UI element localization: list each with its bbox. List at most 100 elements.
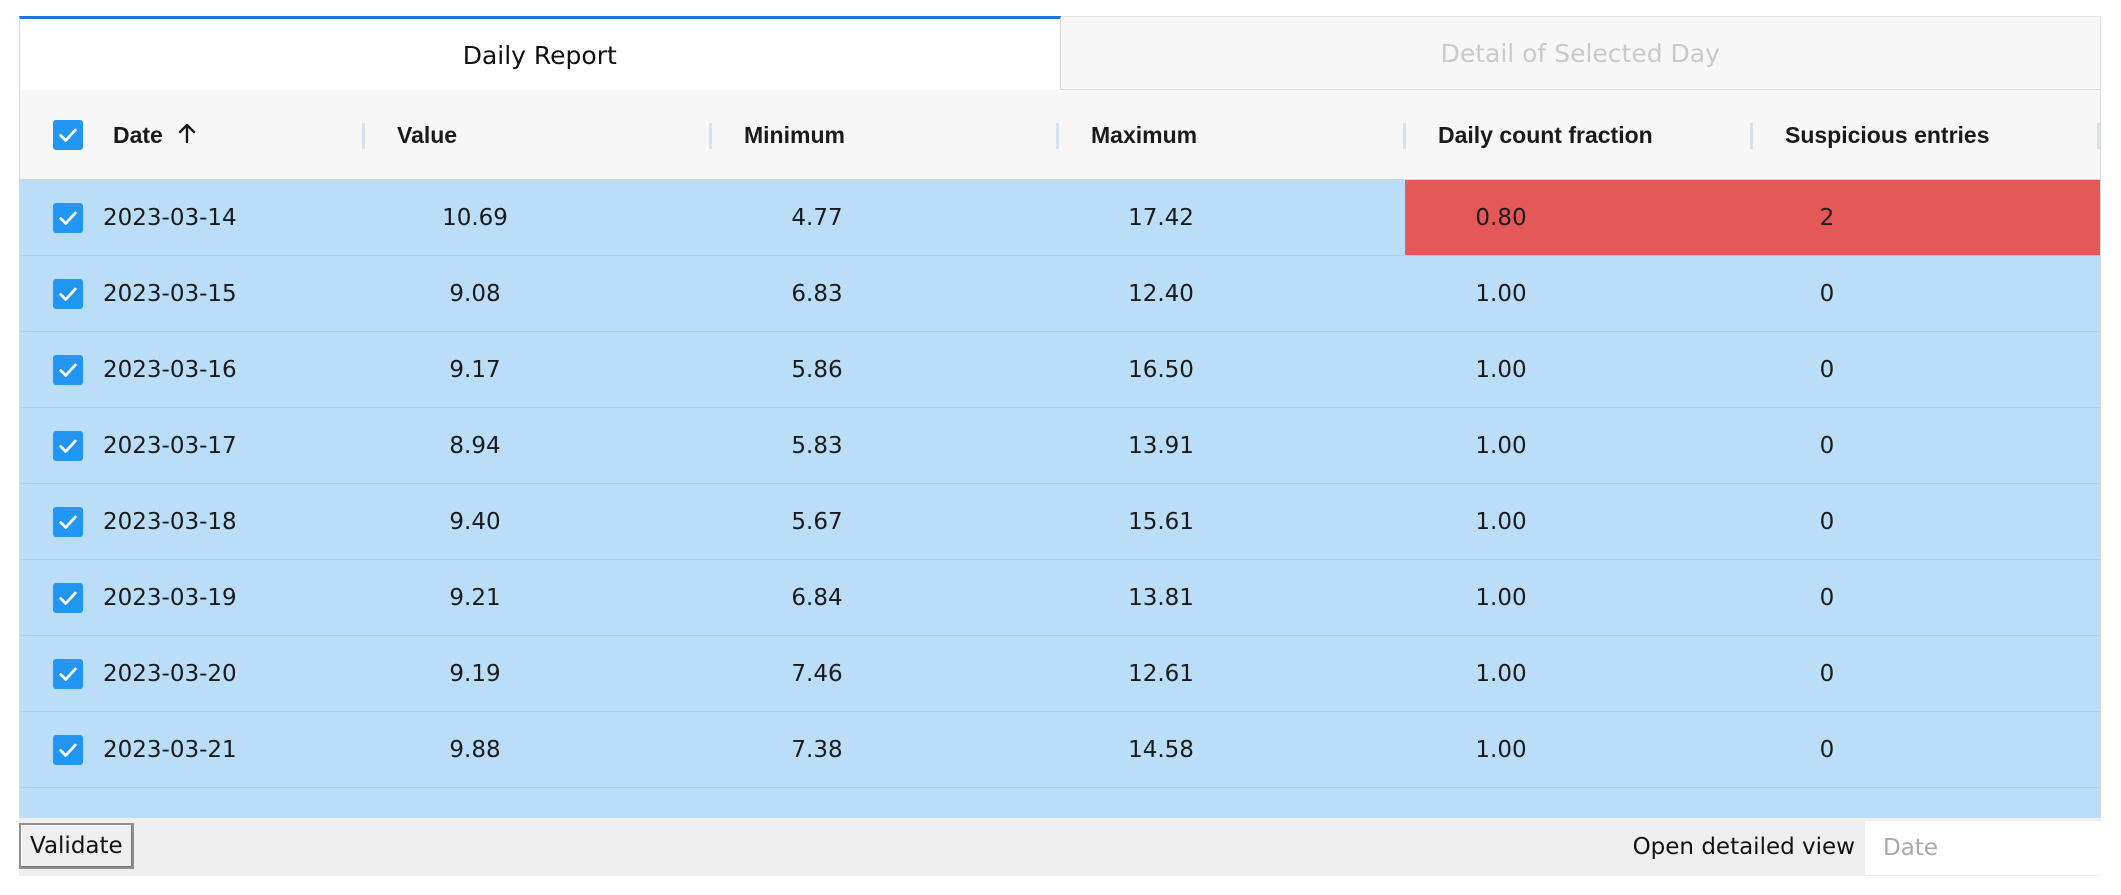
date-cell: 2023-03-19 (103, 584, 237, 611)
column-header-suspicious-entries[interactable]: Suspicious entries (1785, 90, 1990, 180)
daily-report-app: Daily Report Detail of Selected Day Date… (0, 0, 2121, 895)
table-row[interactable]: 2023-03-18 9.40 5.67 15.61 1.00 0 (20, 484, 2100, 560)
value-cell: 9.08 (449, 280, 501, 307)
table-row[interactable]: 2023-03-17 8.94 5.83 13.91 1.00 0 (20, 408, 2100, 484)
footer-bar: Validate Open detailed view (19, 818, 2101, 876)
table-row[interactable]: 2023-03-20 9.19 7.46 12.61 1.00 0 (20, 636, 2100, 712)
value-cell: 9.21 (449, 584, 501, 611)
minimum-cell: 7.46 (791, 660, 843, 687)
minimum-cell: 5.83 (791, 432, 843, 459)
tab-label: Detail of Selected Day (1440, 38, 1720, 68)
column-header-value[interactable]: Value (397, 90, 457, 180)
column-header-label: Date (113, 121, 163, 148)
date-input[interactable] (1865, 821, 2101, 875)
minimum-cell: 5.86 (791, 356, 843, 383)
validate-button[interactable]: Validate (19, 823, 134, 869)
date-cell: 2023-03-16 (103, 356, 237, 383)
date-cell: 2023-03-20 (103, 660, 237, 687)
table-row[interactable]: 2023-03-16 9.17 5.86 16.50 1.00 0 (20, 332, 2100, 408)
checkmark-icon (59, 287, 77, 301)
maximum-cell: 16.50 (1128, 356, 1194, 383)
row-checkbox[interactable] (53, 431, 83, 461)
daily-count-fraction-cell: 1.00 (1475, 356, 1527, 383)
column-resize-handle[interactable] (362, 123, 365, 149)
tab-detail-of-selected-day[interactable]: Detail of Selected Day (1060, 16, 2101, 90)
table-row[interactable]: 2023-03-21 9.88 7.38 14.58 1.00 0 (20, 712, 2100, 788)
column-resize-handle[interactable] (1750, 123, 1753, 149)
row-checkbox[interactable] (53, 583, 83, 613)
minimum-cell: 5.67 (791, 508, 843, 535)
checkmark-icon (59, 363, 77, 377)
tab-daily-report[interactable]: Daily Report (19, 16, 1061, 90)
checkmark-icon (59, 439, 77, 453)
suspicious-entries-cell: 0 (1819, 356, 1835, 383)
date-cell: 2023-03-14 (103, 204, 237, 231)
suspicious-entries-cell: 0 (1819, 432, 1835, 459)
maximum-cell: 15.61 (1128, 508, 1194, 535)
daily-count-fraction-cell: 1.00 (1475, 584, 1527, 611)
minimum-cell: 6.84 (791, 584, 843, 611)
suspicious-entries-cell: 0 (1819, 508, 1835, 535)
suspicious-entries-cell: 0 (1819, 736, 1835, 763)
daily-count-fraction-cell: 1.00 (1475, 432, 1527, 459)
column-header-date[interactable]: Date (113, 90, 197, 180)
column-header-daily-count-fraction[interactable]: Daily count fraction (1438, 90, 1653, 180)
suspicious-entries-cell: 2 (1819, 204, 1835, 231)
value-cell: 9.40 (449, 508, 501, 535)
column-header-label: Minimum (744, 121, 845, 148)
daily-count-fraction-cell: 1.00 (1475, 280, 1527, 307)
arrow-up-icon[interactable] (177, 122, 197, 148)
maximum-cell: 14.58 (1128, 736, 1194, 763)
daily-count-fraction-cell: 1.00 (1475, 736, 1527, 763)
minimum-cell: 6.83 (791, 280, 843, 307)
suspicious-entries-cell: 0 (1819, 660, 1835, 687)
daily-count-fraction-cell: 1.00 (1475, 660, 1527, 687)
checkmark-icon (59, 743, 77, 757)
value-cell: 9.88 (449, 736, 501, 763)
column-resize-handle[interactable] (1056, 123, 1059, 149)
column-header-label: Maximum (1091, 121, 1198, 148)
column-resize-handle[interactable] (709, 123, 712, 149)
date-cell: 2023-03-17 (103, 432, 237, 459)
tab-bar: Daily Report Detail of Selected Day (19, 16, 2101, 90)
row-checkbox[interactable] (53, 355, 83, 385)
open-detailed-view-label: Open detailed view (1632, 834, 1855, 860)
maximum-cell: 12.61 (1128, 660, 1194, 687)
row-checkbox[interactable] (53, 659, 83, 689)
row-checkbox[interactable] (53, 279, 83, 309)
value-cell: 10.69 (442, 204, 508, 231)
column-header-maximum[interactable]: Maximum (1091, 90, 1197, 180)
column-header-label: Value (397, 121, 458, 148)
date-cell: 2023-03-21 (103, 736, 237, 763)
suspicious-entries-cell: 0 (1819, 280, 1835, 307)
column-header-label: Suspicious entries (1785, 121, 1990, 148)
table-row[interactable]: 2023-03-19 9.21 6.84 13.81 1.00 0 (20, 560, 2100, 636)
suspicious-entries-cell: 0 (1819, 584, 1835, 611)
column-resize-handle[interactable] (1403, 123, 1406, 149)
tab-label: Daily Report (462, 41, 617, 70)
maximum-cell: 12.40 (1128, 280, 1194, 307)
value-cell: 8.94 (449, 432, 501, 459)
select-all-checkbox[interactable] (53, 120, 83, 150)
table-header: Date Value Minimum Maximum Daily count f… (20, 90, 2100, 180)
checkmark-icon (59, 211, 77, 225)
value-cell: 9.19 (449, 660, 501, 687)
column-header-minimum[interactable]: Minimum (744, 90, 845, 180)
row-checkbox[interactable] (53, 507, 83, 537)
checkmark-icon (59, 591, 77, 605)
minimum-cell: 4.77 (791, 204, 843, 231)
maximum-cell: 13.91 (1128, 432, 1194, 459)
value-cell: 9.17 (449, 356, 501, 383)
row-checkbox[interactable] (53, 203, 83, 233)
column-resize-handle[interactable] (2097, 123, 2100, 149)
daily-count-fraction-cell: 0.80 (1475, 204, 1527, 231)
table-row[interactable]: 2023-03-15 9.08 6.83 12.40 1.00 0 (20, 256, 2100, 332)
maximum-cell: 17.42 (1128, 204, 1194, 231)
column-header-label: Daily count fraction (1438, 121, 1653, 148)
maximum-cell: 13.81 (1128, 584, 1194, 611)
daily-count-fraction-cell: 1.00 (1475, 508, 1527, 535)
row-checkbox[interactable] (53, 735, 83, 765)
table-row[interactable]: 2023-03-14 10.69 4.77 17.42 0.80 2 (20, 180, 2100, 256)
checkmark-icon (59, 515, 77, 529)
daily-report-table: Date Value Minimum Maximum Daily count f… (19, 90, 2101, 818)
